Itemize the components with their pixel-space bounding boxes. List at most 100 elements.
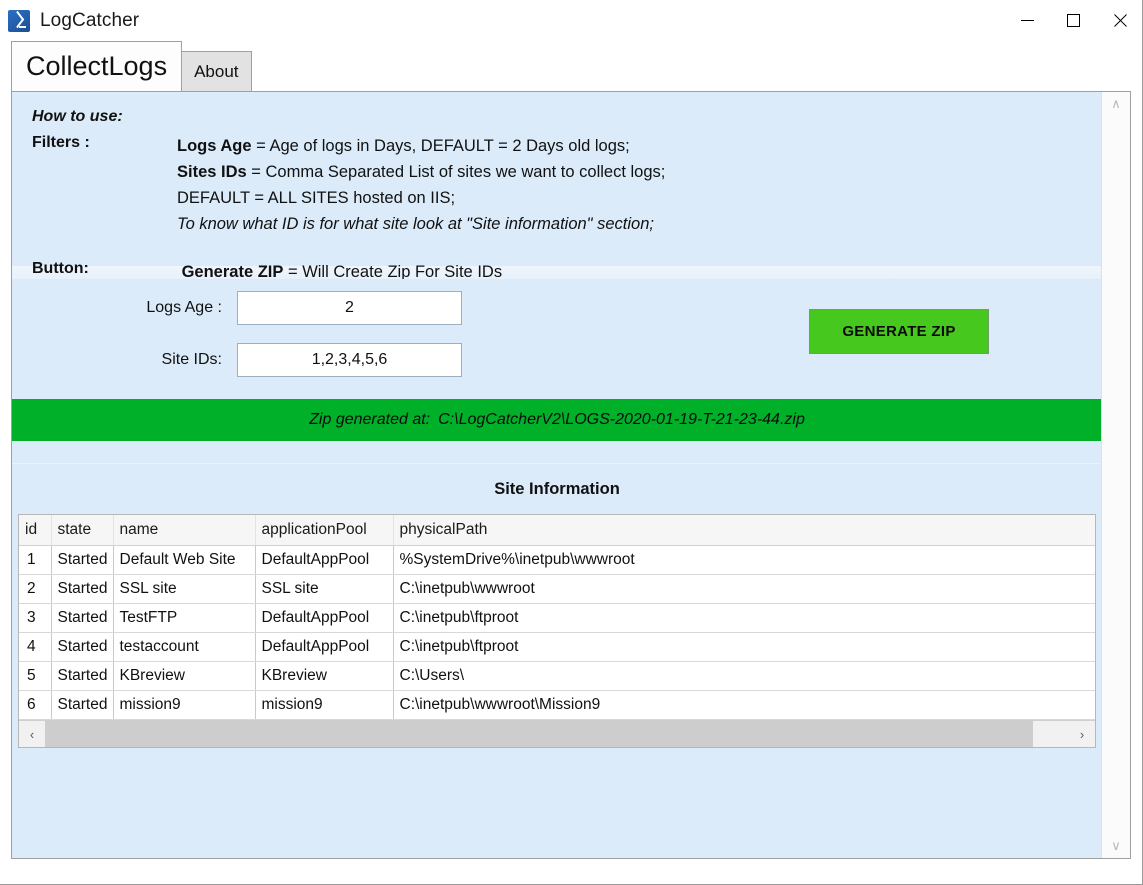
table-row[interactable]: 4 Started testaccount DefaultAppPool C:\… [19, 632, 1095, 662]
cell-name: mission9 [113, 690, 256, 720]
column-header-name[interactable]: name [113, 515, 256, 546]
how-to-use-section: How to use: Filters : Logs Age = Age of … [12, 92, 1102, 281]
cell-id: 1 [19, 545, 52, 575]
horizontal-scroll-thumb[interactable] [45, 721, 1034, 747]
scroll-right-icon[interactable]: › [1069, 721, 1095, 747]
help-spacer [32, 237, 1102, 259]
cell-name: Default Web Site [113, 545, 256, 575]
close-button[interactable] [1096, 0, 1142, 41]
filters-line-3-desc: DEFAULT = ALL SITES hosted on IIS; [177, 189, 456, 207]
button-label: Button: [32, 260, 89, 277]
site-table: id state name applicationPool physicalPa… [19, 515, 1095, 720]
cell-id: 3 [19, 603, 52, 633]
cell-id: 6 [19, 690, 52, 720]
filters-line-3: DEFAULT = ALL SITES hosted on IIS; [177, 185, 665, 211]
tab-collectlogs[interactable]: CollectLogs [11, 41, 183, 91]
cell-physicalpath: C:\inetpub\wwwroot\Mission9 [393, 690, 1095, 720]
powershell-icon [8, 9, 30, 32]
table-row[interactable]: 1 Started Default Web Site DefaultAppPoo… [19, 545, 1095, 575]
cell-physicalpath: C:\inetpub\ftproot [393, 603, 1095, 633]
cell-state: Started [51, 661, 114, 691]
table-header-row: id state name applicationPool physicalPa… [19, 515, 1095, 546]
filters-line-2-term: Sites IDs [177, 163, 247, 181]
site-ids-input[interactable] [237, 343, 462, 377]
table-horizontal-scrollbar[interactable]: ‹ › [19, 720, 1095, 747]
cell-name: testaccount [113, 632, 256, 662]
generate-zip-button[interactable]: GENERATE ZIP [809, 309, 989, 354]
table-row[interactable]: 5 Started KBreview KBreview C:\Users\ [19, 661, 1095, 691]
horizontal-scroll-track[interactable] [45, 721, 1069, 747]
filters-line-2: Sites IDs = Comma Separated List of site… [177, 159, 665, 185]
vertical-scroll-track[interactable] [1102, 116, 1130, 834]
table-row[interactable]: 3 Started TestFTP DefaultAppPool C:\inet… [19, 603, 1095, 633]
scroll-up-icon[interactable]: ∧ [1102, 92, 1130, 116]
main-panel: How to use: Filters : Logs Age = Age of … [11, 91, 1131, 859]
logs-age-row: Logs Age : [12, 291, 462, 325]
cell-id: 4 [19, 632, 52, 662]
tab-strip: CollectLogs About [11, 41, 1142, 91]
cell-state: Started [51, 690, 114, 720]
cell-applicationpool: SSL site [255, 574, 394, 604]
minimize-button[interactable] [1004, 0, 1050, 41]
logs-age-input[interactable] [237, 291, 462, 325]
powershell-underscore-shape [19, 25, 26, 28]
app-window: LogCatcher CollectLogs About How to use: [0, 0, 1143, 885]
cell-physicalpath: C:\inetpub\ftproot [393, 632, 1095, 662]
cell-name: TestFTP [113, 603, 256, 633]
column-header-id[interactable]: id [19, 515, 52, 546]
panel-bottom-spacer [12, 748, 1102, 794]
site-ids-label: Site IDs: [161, 351, 222, 368]
cell-applicationpool: mission9 [255, 690, 394, 720]
scroll-down-icon[interactable]: ∨ [1102, 834, 1130, 858]
tab-about[interactable]: About [181, 51, 252, 91]
status-label: Zip generated at: [309, 411, 431, 428]
how-to-use-title: How to use: [32, 108, 123, 125]
column-header-physicalpath[interactable]: physicalPath [393, 515, 1095, 546]
window-controls [1004, 0, 1142, 41]
filters-line-1: Logs Age = Age of logs in Days, DEFAULT … [177, 133, 665, 159]
filters-line-1-term: Logs Age [177, 137, 252, 155]
cell-applicationpool: DefaultAppPool [255, 603, 394, 633]
cell-state: Started [51, 545, 114, 575]
maximize-button[interactable] [1050, 0, 1096, 41]
site-information-title: Site Information [12, 464, 1102, 514]
cell-applicationpool: KBreview [255, 661, 394, 691]
cell-state: Started [51, 603, 114, 633]
logs-age-label: Logs Age : [146, 299, 222, 316]
panel-vertical-scrollbar[interactable]: ∧ ∨ [1101, 92, 1130, 858]
cell-applicationpool: DefaultAppPool [255, 632, 394, 662]
app-title: LogCatcher [40, 9, 140, 31]
title-bar: LogCatcher [0, 0, 1142, 41]
tab-about-label: About [194, 61, 239, 81]
table-row[interactable]: 6 Started mission9 mission9 C:\inetpub\w… [19, 690, 1095, 720]
column-header-applicationpool[interactable]: applicationPool [255, 515, 394, 546]
filters-block: Filters : Logs Age = Age of logs in Days… [32, 133, 1102, 237]
filters-lines: Logs Age = Age of logs in Days, DEFAULT … [177, 133, 665, 237]
panel-content: How to use: Filters : Logs Age = Age of … [12, 92, 1102, 858]
cell-state: Started [51, 574, 114, 604]
site-information-grid: id state name applicationPool physicalPa… [18, 514, 1096, 748]
filters-line-4-desc: To know what ID is for what site look at… [177, 215, 654, 233]
filters-line-1-desc: = Age of logs in Days, DEFAULT = 2 Days … [251, 137, 630, 155]
table-body: 1 Started Default Web Site DefaultAppPoo… [19, 545, 1095, 720]
cell-id: 5 [19, 661, 52, 691]
filters-form: Logs Age : Site IDs: GENERATE ZIP [12, 279, 1102, 399]
table-row[interactable]: 2 Started SSL site SSL site C:\inetpub\w… [19, 574, 1095, 604]
cell-name: KBreview [113, 661, 256, 691]
filters-label: Filters : [32, 134, 90, 151]
section-divider-2 [12, 441, 1102, 464]
cell-applicationpool: DefaultAppPool [255, 545, 394, 575]
cell-physicalpath: %SystemDrive%\inetpub\wwwroot [393, 545, 1095, 575]
cell-physicalpath: C:\Users\ [393, 661, 1095, 691]
close-icon [1112, 13, 1127, 28]
scroll-left-icon[interactable]: ‹ [19, 721, 45, 747]
tab-collectlogs-label: CollectLogs [26, 51, 168, 81]
status-bar: Zip generated at: C:\LogCatcherV2\LOGS-2… [12, 399, 1102, 441]
column-header-state[interactable]: state [51, 515, 114, 546]
cell-id: 2 [19, 574, 52, 604]
minimize-icon [1020, 20, 1034, 21]
status-zip-path: C:\LogCatcherV2\LOGS-2020-01-19-T-21-23-… [438, 411, 805, 428]
filters-line-2-desc: = Comma Separated List of sites we want … [246, 163, 666, 181]
cell-state: Started [51, 632, 114, 662]
cell-name: SSL site [113, 574, 256, 604]
